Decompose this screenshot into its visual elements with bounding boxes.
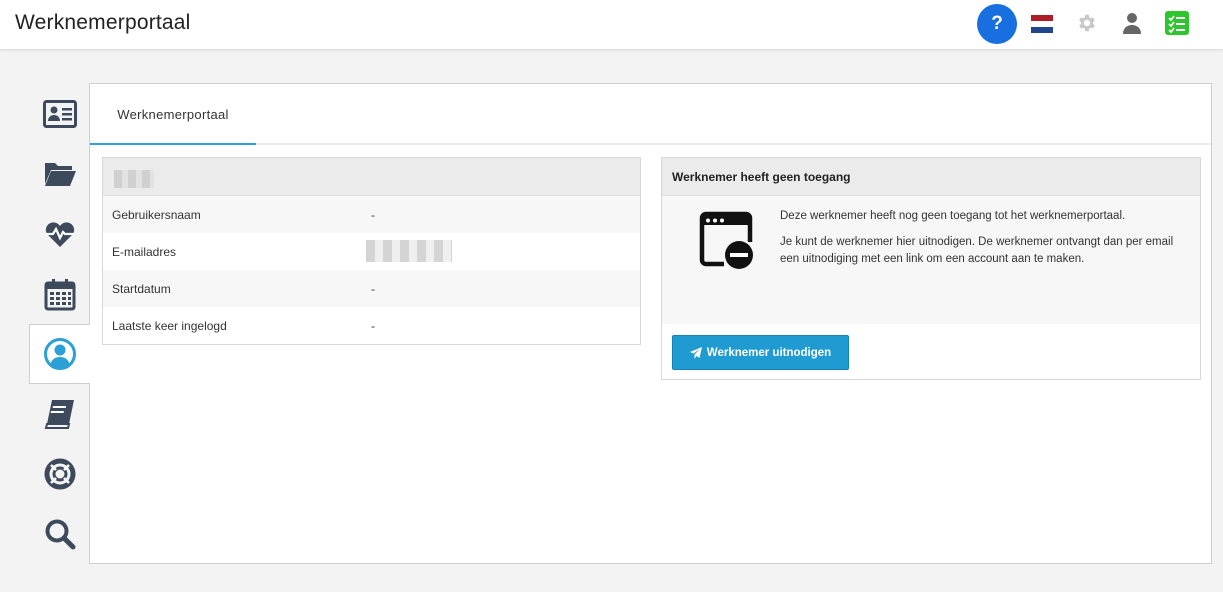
- row-startdate: Startdatum -: [103, 270, 640, 307]
- startdate-value: -: [371, 282, 375, 296]
- access-title: Werknemer heeft geen toegang: [672, 170, 851, 184]
- access-info: Deze werknemer heeft nog geen toegang to…: [662, 196, 1200, 324]
- main-panel: Werknemerportaal Gebruikersnaam - E-mail…: [89, 83, 1212, 564]
- employee-details-card: Gebruikersnaam - E-mailadres Startdatum …: [102, 157, 641, 345]
- heartbeat-icon: [44, 222, 75, 247]
- username-label: Gebruikersnaam: [112, 208, 201, 222]
- paper-plane-icon: [689, 346, 702, 359]
- dutch-flag-icon[interactable]: [1031, 15, 1053, 33]
- invite-employee-button[interactable]: Werknemer uitnodigen: [672, 335, 849, 370]
- row-email: E-mailadres: [103, 233, 640, 270]
- user-circle-icon: [44, 338, 76, 370]
- top-bar: Werknemerportaal ?: [0, 0, 1223, 49]
- life-ring-icon: [44, 458, 75, 490]
- access-text-line2: Je kunt de werknemer hier uitnodigen. De…: [780, 236, 1174, 265]
- search-icon: [45, 519, 75, 550]
- employee-name-header: [103, 158, 640, 196]
- app-title: Werknemerportaal: [15, 11, 191, 34]
- redacted-email: [366, 240, 452, 262]
- row-username: Gebruikersnaam -: [103, 196, 640, 233]
- access-card-header: Werknemer heeft geen toegang: [662, 158, 1200, 196]
- email-label: E-mailadres: [112, 245, 177, 259]
- sidebar-item-handbook[interactable]: [29, 384, 90, 444]
- sidebar-item-search[interactable]: [29, 504, 90, 564]
- calendar-icon: [44, 279, 75, 311]
- tab-werknemerportaal[interactable]: Werknemerportaal: [90, 84, 256, 145]
- help-button[interactable]: ?: [977, 4, 1017, 44]
- sidebar-item-employee-card[interactable]: [29, 84, 90, 144]
- details-rows: Gebruikersnaam - E-mailadres Startdatum …: [103, 196, 640, 344]
- sidebar-item-documents[interactable]: [29, 144, 90, 204]
- access-card: Werknemer heeft geen toegang Deze werkne…: [661, 157, 1201, 380]
- access-text: Deze werknemer heeft nog geen toegang to…: [780, 208, 1194, 268]
- row-last-login: Laatste keer ingelogd -: [103, 307, 640, 344]
- portal-no-access-icon: [699, 211, 753, 269]
- tab-bar: Werknemerportaal: [90, 84, 1211, 145]
- checklist-icon[interactable]: [1165, 11, 1189, 35]
- last-login-value: -: [371, 319, 375, 333]
- sidebar-item-employee-portal[interactable]: [29, 324, 90, 384]
- folder-open-icon: [44, 163, 76, 186]
- sidebar-item-health[interactable]: [29, 204, 90, 264]
- startdate-label: Startdatum: [112, 282, 171, 296]
- id-card-icon: [42, 100, 77, 128]
- redacted-name: [114, 170, 154, 188]
- sidebar-item-calendar[interactable]: [29, 264, 90, 324]
- access-text-line1: Deze werknemer heeft nog geen toegang to…: [780, 210, 1126, 222]
- last-login-label: Laatste keer ingelogd: [112, 319, 227, 333]
- help-icon: ?: [991, 13, 1003, 34]
- user-icon[interactable]: [1123, 12, 1141, 34]
- book-icon: [44, 400, 74, 429]
- username-value: -: [371, 208, 375, 222]
- gear-icon[interactable]: [1076, 12, 1098, 34]
- invite-button-label: Werknemer uitnodigen: [706, 346, 832, 359]
- sidebar-item-support[interactable]: [29, 444, 90, 504]
